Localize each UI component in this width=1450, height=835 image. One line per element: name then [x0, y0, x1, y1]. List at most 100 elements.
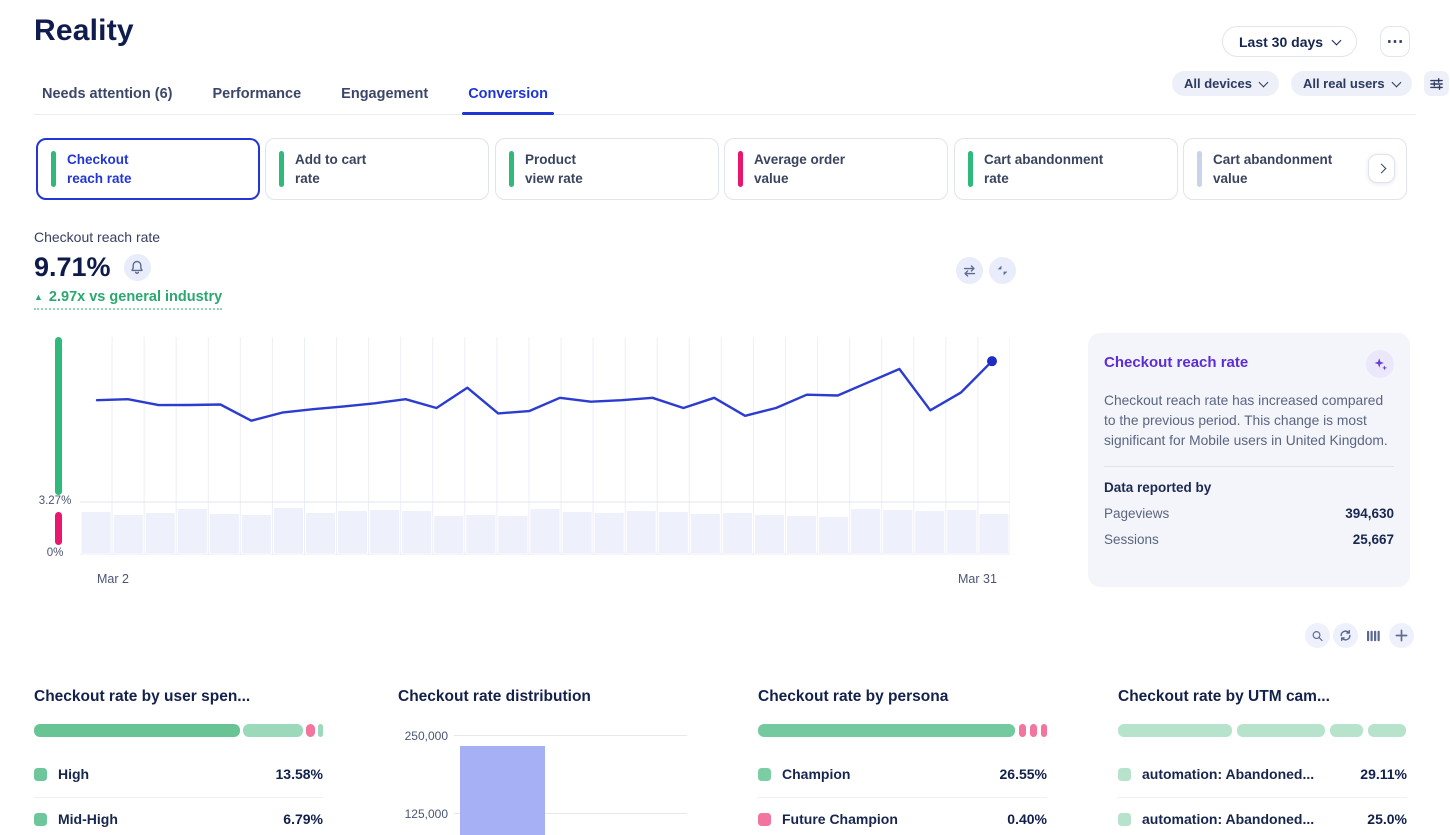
legend-row[interactable]: Mid-High 6.79%: [34, 808, 323, 830]
date-range-button[interactable]: Last 30 days: [1222, 26, 1357, 57]
bell-icon: [130, 260, 144, 275]
breakdown-card-user-spend: Checkout rate by user spen... High 13.58…: [34, 685, 323, 825]
x-axis-tick: Mar 2: [97, 572, 129, 586]
legend-swatch: [34, 768, 47, 781]
benchmark-delta-link[interactable]: ▲ 2.97x vs general industry: [34, 289, 222, 310]
metric-card-add-to-cart-rate[interactable]: Add to cartrate: [265, 138, 489, 200]
legend-value: 6.79%: [283, 811, 323, 827]
tab-engagement[interactable]: Engagement: [339, 82, 430, 114]
y-axis-tick: 0%: [34, 547, 76, 559]
chevron-down-icon: [1332, 35, 1342, 45]
insight-title: Checkout reach rate: [1104, 350, 1248, 371]
reported-row-label: Sessions: [1104, 532, 1159, 547]
tab-performance[interactable]: Performance: [211, 82, 304, 114]
legend-row[interactable]: Champion 26.55%: [758, 763, 1047, 785]
stacked-bar[interactable]: [1118, 724, 1406, 737]
devices-filter[interactable]: All devices: [1172, 71, 1279, 96]
y-axis-tick: 250,000: [398, 729, 448, 743]
triangle-up-icon: ▲: [34, 292, 43, 302]
legend-swatch: [34, 813, 47, 826]
users-filter[interactable]: All real users: [1291, 71, 1412, 96]
stacked-bar-segment: [306, 724, 315, 737]
breakdown-card-title: Checkout rate distribution: [398, 688, 687, 706]
insight-panel: Checkout reach rate Checkout reach rate …: [1088, 333, 1410, 587]
legend-label: Champion: [782, 766, 850, 782]
reported-row-value: 25,667: [1353, 532, 1394, 547]
stacked-bar-segment: [1368, 724, 1406, 737]
metric-card-checkout-reach-rate[interactable]: Checkoutreach rate: [36, 138, 260, 200]
chevron-right-icon: [1377, 164, 1387, 174]
y-axis-tick: 3.27%: [34, 495, 76, 507]
reported-row-pageviews: Pageviews 394,630: [1104, 506, 1394, 521]
legend-swatch: [1118, 813, 1131, 826]
legend-swatch: [1118, 768, 1131, 781]
zoom-search-button[interactable]: [1305, 623, 1330, 648]
metric-card-label: Checkout: [67, 152, 129, 167]
breakdown-card-title: Checkout rate by persona: [758, 688, 1047, 706]
legend-value: 25.0%: [1367, 811, 1407, 827]
breakdown-card-utm-campaign: Checkout rate by UTM cam... automation: …: [1118, 685, 1407, 825]
more-options-button[interactable]: ⋯: [1380, 26, 1410, 57]
reported-row-sessions: Sessions 25,667: [1104, 532, 1394, 547]
reported-row-value: 394,630: [1345, 506, 1394, 521]
add-breakdown-button[interactable]: [1389, 623, 1414, 648]
breakdown-toolbar: [1305, 623, 1414, 648]
metric-card-product-view-rate[interactable]: Productview rate: [495, 138, 719, 200]
legend: High 13.58% Mid-High 6.79%: [34, 745, 323, 830]
metric-cards-next-button[interactable]: [1368, 154, 1395, 183]
reported-row-label: Pageviews: [1104, 506, 1169, 521]
legend-label: automation: Abandoned...: [1142, 811, 1314, 827]
legend-label: Mid-High: [58, 811, 118, 827]
legend-label: Future Champion: [782, 811, 898, 827]
stacked-bar[interactable]: [758, 724, 1047, 737]
alert-bell-button[interactable]: [124, 254, 151, 281]
devices-filter-label: All devices: [1184, 76, 1252, 91]
metric-card-label: Add to cart: [295, 152, 366, 167]
divider: [1118, 797, 1407, 798]
compare-button[interactable]: [956, 257, 983, 284]
breakdown-card-persona: Checkout rate by persona Champion 26.55%…: [758, 685, 1047, 825]
stacked-bar-segment: [758, 724, 1015, 737]
legend: Champion 26.55% Future Champion 0.40%: [758, 745, 1047, 830]
metric-value-row: 9.71%: [34, 252, 151, 283]
stacked-bar-segment: [1019, 724, 1026, 737]
metric-card-cart-abandonment-rate[interactable]: Cart abandonmentrate: [954, 138, 1178, 200]
metric-card-color-bar: [509, 151, 514, 187]
search-icon: [1311, 629, 1324, 643]
plus-icon: [1395, 629, 1408, 642]
reported-by-heading: Data reported by: [1104, 480, 1394, 495]
filter-settings-button[interactable]: [1424, 71, 1449, 96]
legend-value: 13.58%: [276, 766, 323, 782]
breakdown-card-title: Checkout rate by user spen...: [34, 688, 323, 706]
column-bars-icon: [1367, 627, 1380, 645]
tab-conversion[interactable]: Conversion: [466, 82, 550, 114]
refresh-button[interactable]: [1333, 623, 1358, 648]
legend-row[interactable]: automation: Abandoned... 29.11%: [1118, 763, 1407, 785]
legend-value: 0.40%: [1007, 811, 1047, 827]
legend-swatch: [758, 813, 771, 826]
stacked-bar[interactable]: [34, 724, 323, 737]
tab-needs-attention[interactable]: Needs attention (6): [40, 82, 175, 114]
metric-card-average-order-value[interactable]: Average ordervalue: [724, 138, 948, 200]
columns-view-button[interactable]: [1361, 623, 1386, 648]
stacked-bar-segment: [1118, 724, 1232, 737]
legend-row[interactable]: Future Champion 0.40%: [758, 808, 1047, 830]
collapse-button[interactable]: [989, 257, 1016, 284]
legend-row[interactable]: automation: Abandoned... 25.0%: [1118, 808, 1407, 830]
sliders-icon: [1430, 77, 1443, 91]
chart-actions: [956, 257, 1016, 284]
breakdown-card-title: Checkout rate by UTM cam...: [1118, 688, 1407, 706]
metric-card-color-bar: [279, 151, 284, 187]
stacked-bar-segment: [1030, 724, 1037, 737]
trend-chart: 3.27% 0% Mar 2 Mar 31: [34, 330, 1024, 592]
trend-plot[interactable]: [80, 337, 1010, 558]
legend-row[interactable]: High 13.58%: [34, 763, 323, 785]
stacked-bar-segment: [1041, 724, 1047, 737]
legend-label: High: [58, 766, 89, 782]
ai-insight-button[interactable]: [1366, 350, 1394, 378]
divider: [758, 797, 1047, 798]
chevron-down-icon: [1258, 77, 1268, 87]
stacked-bar-segment: [318, 724, 323, 737]
metric-card-label: Average order: [754, 152, 845, 167]
metric-card-label: Cart abandonment: [984, 152, 1103, 167]
